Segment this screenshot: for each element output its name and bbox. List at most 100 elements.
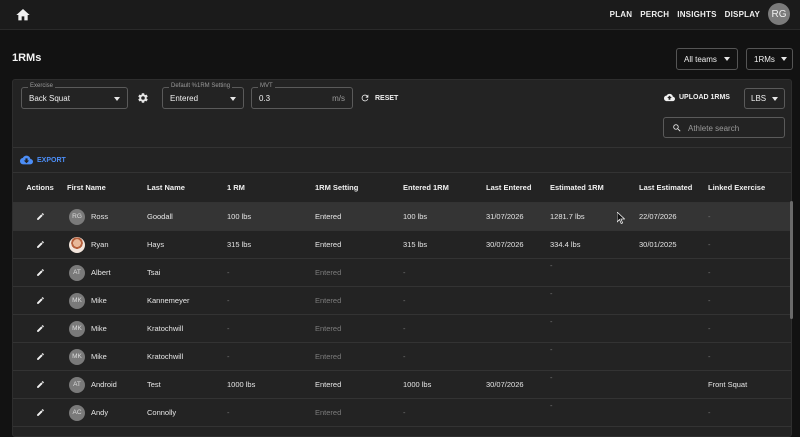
cell-last-estimated bbox=[639, 314, 708, 343]
first-name: Ross bbox=[91, 212, 109, 221]
avatar: MK bbox=[69, 320, 85, 337]
cell-first-name: MK Mike bbox=[67, 286, 147, 315]
cell-estimated-1rm: - bbox=[550, 398, 639, 427]
cell-actions bbox=[13, 286, 67, 315]
table-row[interactable]: MK Mike Kannemeyer - Entered - - - bbox=[13, 286, 791, 315]
col-first-name[interactable]: First Name bbox=[67, 172, 147, 203]
edit-icon[interactable] bbox=[36, 324, 45, 333]
reset-label: RESET bbox=[375, 94, 399, 102]
user-avatar[interactable]: RG bbox=[768, 3, 790, 25]
refresh-icon bbox=[361, 94, 369, 102]
default-1rm-setting-value: Entered bbox=[170, 94, 199, 103]
edit-icon[interactable] bbox=[36, 380, 45, 389]
avatar: AC bbox=[69, 404, 85, 421]
cell-estimated-1rm: - bbox=[550, 286, 639, 315]
cell-first-name: AT Android bbox=[67, 370, 147, 399]
col-estimated-1rm[interactable]: Estimated 1RM bbox=[550, 172, 639, 203]
view-select[interactable]: 1RMs bbox=[746, 48, 793, 70]
nav-insights[interactable]: INSIGHTS bbox=[677, 10, 716, 19]
edit-icon[interactable] bbox=[36, 296, 45, 305]
exercise-select[interactable]: Exercise Back Squat bbox=[21, 83, 128, 109]
cell-actions bbox=[13, 314, 67, 343]
chevron-down-icon bbox=[772, 97, 778, 101]
col-actions: Actions bbox=[13, 172, 67, 203]
reset-button[interactable]: RESET bbox=[360, 93, 398, 103]
default-1rm-setting-select[interactable]: Default %1RM Setting Entered bbox=[162, 83, 244, 109]
avatar bbox=[69, 236, 85, 253]
cloud-download-icon bbox=[20, 155, 33, 165]
mvt-field[interactable]: MVT 0.3 m/s bbox=[251, 83, 353, 109]
cell-entered-1rm: 1000 lbs bbox=[403, 370, 486, 399]
edit-icon[interactable] bbox=[36, 352, 45, 361]
edit-icon[interactable] bbox=[36, 268, 45, 277]
cell-last-entered bbox=[486, 398, 550, 427]
nav-perch[interactable]: PERCH bbox=[640, 10, 669, 19]
cell-1rm-setting: Entered bbox=[315, 230, 403, 259]
cell-actions bbox=[13, 230, 67, 259]
table-row[interactable]: AC Andy Connolly - Entered - - - bbox=[13, 398, 791, 427]
athlete-search[interactable] bbox=[663, 117, 785, 138]
cell-estimated-1rm: 1281.7 lbs bbox=[550, 202, 639, 231]
edit-icon[interactable] bbox=[36, 240, 45, 249]
cell-last-estimated bbox=[639, 398, 708, 427]
cell-1rm: - bbox=[227, 398, 315, 427]
mvt-value[interactable]: 0.3 bbox=[259, 94, 270, 103]
cell-actions bbox=[13, 370, 67, 399]
edit-icon[interactable] bbox=[36, 212, 45, 221]
mvt-label: MVT bbox=[258, 83, 275, 89]
cell-last-entered bbox=[486, 314, 550, 343]
cell-1rm-setting: Entered bbox=[315, 314, 403, 343]
table-row[interactable]: MK Mike Kratochwill - Entered - - - bbox=[13, 342, 791, 371]
first-name: Mike bbox=[91, 324, 107, 333]
chevron-down-icon bbox=[724, 57, 730, 61]
cell-1rm-setting: Entered bbox=[315, 286, 403, 315]
gear-icon[interactable] bbox=[137, 92, 149, 104]
cloud-upload-icon bbox=[664, 93, 675, 102]
teams-select-value: All teams bbox=[684, 54, 717, 64]
table-row[interactable]: Ryan Hays 315 lbs Entered 315 lbs 30/07/2026 3… bbox=[13, 230, 791, 259]
mvt-unit: m/s bbox=[332, 94, 345, 103]
units-select[interactable]: LBS bbox=[744, 88, 785, 109]
cell-estimated-1rm: - bbox=[550, 370, 639, 399]
first-name: Ryan bbox=[91, 240, 109, 249]
table-row[interactable]: AT Albert Tsai - Entered - - - bbox=[13, 258, 791, 287]
teams-select[interactable]: All teams bbox=[676, 48, 738, 70]
cell-1rm: - bbox=[227, 258, 315, 287]
first-name: Mike bbox=[91, 296, 107, 305]
upload-1rms-button[interactable]: UPLOAD 1RMS bbox=[664, 93, 730, 102]
cell-1rm: - bbox=[227, 286, 315, 315]
col-linked-exercise[interactable]: Linked Exercise bbox=[708, 172, 791, 203]
col-last-entered[interactable]: Last Entered bbox=[486, 172, 550, 203]
cell-last-entered: 30/07/2026 bbox=[486, 230, 550, 259]
avatar: RG bbox=[69, 208, 85, 225]
table-scrollbar[interactable] bbox=[790, 201, 793, 319]
view-select-value: 1RMs bbox=[754, 54, 775, 64]
col-1rm-setting[interactable]: 1RM Setting bbox=[315, 172, 403, 203]
cell-last-name: Goodall bbox=[147, 202, 227, 231]
cell-first-name: AT Albert bbox=[67, 258, 147, 287]
athlete-search-input[interactable] bbox=[688, 122, 778, 134]
cell-1rm-setting: Entered bbox=[315, 202, 403, 231]
col-1rm[interactable]: 1 RM bbox=[227, 172, 315, 203]
home-icon[interactable] bbox=[15, 7, 31, 23]
export-button[interactable]: EXPORT bbox=[20, 155, 66, 165]
table-row[interactable]: RG Ross Goodall 100 lbs Entered 100 lbs 31/07/… bbox=[13, 202, 791, 231]
cell-estimated-1rm: - bbox=[550, 258, 639, 287]
table-row[interactable]: AT Android Test 1000 lbs Entered 1000 lbs 30/0… bbox=[13, 370, 791, 399]
cell-last-entered bbox=[486, 286, 550, 315]
col-entered-1rm[interactable]: Entered 1RM bbox=[403, 172, 486, 203]
cell-entered-1rm: - bbox=[403, 398, 486, 427]
nav-display[interactable]: DISPLAY bbox=[725, 10, 760, 19]
cell-linked-exercise: - bbox=[708, 398, 791, 427]
edit-icon[interactable] bbox=[36, 408, 45, 417]
cell-linked-exercise: - bbox=[708, 202, 791, 231]
nav-plan[interactable]: PLAN bbox=[610, 10, 633, 19]
exercise-label: Exercise bbox=[28, 83, 56, 89]
cell-first-name: MK Mike bbox=[67, 342, 147, 371]
search-icon bbox=[673, 124, 681, 132]
col-last-estimated[interactable]: Last Estimated bbox=[639, 172, 708, 203]
col-last-name[interactable]: Last Name bbox=[147, 172, 227, 203]
table-row[interactable]: MK Mike Kratochwill - Entered - - - bbox=[13, 314, 791, 343]
cell-entered-1rm: - bbox=[403, 258, 486, 287]
cell-linked-exercise: - bbox=[708, 286, 791, 315]
